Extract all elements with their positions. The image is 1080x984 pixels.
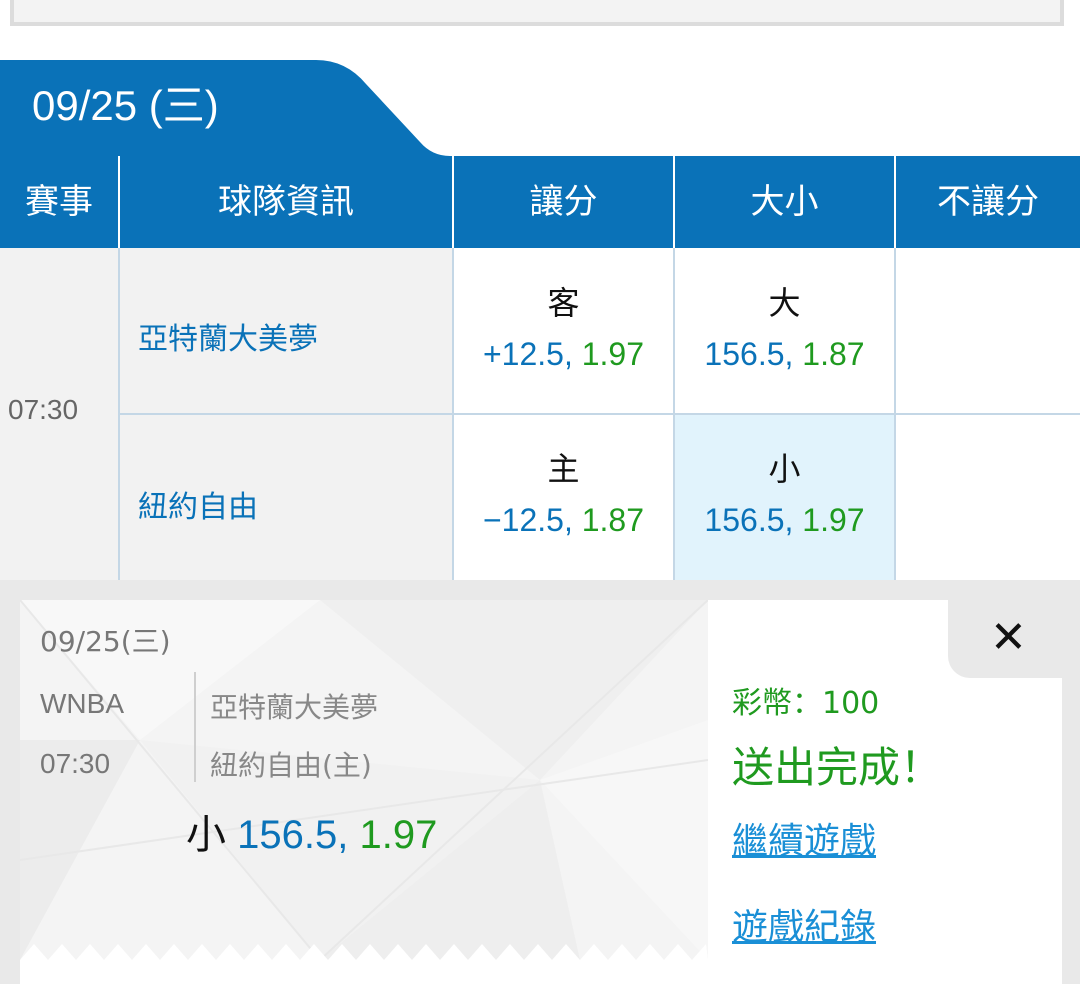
slip-time: 07:30: [40, 748, 111, 779]
slip-team-away: 亞特蘭大美夢: [210, 691, 379, 724]
game-history-link[interactable]: 遊戲紀錄: [732, 898, 876, 950]
total-price-over: 1.87: [802, 336, 865, 372]
slip-odds: 1.97: [359, 813, 438, 857]
column-divider: [894, 248, 896, 580]
spread-values-away: +12.5, 1.97: [453, 336, 674, 373]
submit-success-message: 送出完成！: [732, 743, 943, 792]
top-panel-edge: [10, 0, 1064, 26]
bet-slip-overlay: 09/25(三) WNBA 07:30 亞特蘭大美夢 紐約自由(主) 小 156…: [0, 580, 1080, 984]
bet-ticket: 09/25(三) WNBA 07:30 亞特蘭大美夢 紐約自由(主) 小 156…: [20, 600, 708, 960]
slip-coins: 彩幣：100: [732, 686, 880, 721]
slip-selection: 小 156.5, 1.97: [186, 802, 437, 860]
header-total: 大小: [750, 182, 819, 222]
close-icon[interactable]: ✕: [990, 610, 1027, 666]
total-odds-under[interactable]: 小 156.5, 1.97: [674, 414, 895, 580]
match-time-cell: 07:30: [0, 248, 120, 580]
close-button[interactable]: ✕: [948, 600, 1080, 678]
team-name-home: 紐約自由: [138, 490, 258, 525]
odds-table-header: 賽事 球隊資訊 讓分 大小 不讓分: [0, 156, 1080, 248]
moneyline-away[interactable]: [895, 248, 1080, 414]
date-label: 09/25 (三): [32, 82, 219, 129]
spread-label-home: 主: [547, 450, 580, 488]
total-values-under: 156.5, 1.97: [674, 502, 895, 539]
spread-line-home: −12.5,: [482, 502, 573, 538]
header-moneyline: 不讓分: [937, 182, 1039, 222]
spread-line-away: +12.5,: [482, 336, 573, 372]
slip-pick: 小: [186, 813, 226, 857]
total-odds-over[interactable]: 大 156.5, 1.87: [674, 248, 895, 414]
continue-game-link[interactable]: 繼續遊戲: [732, 812, 876, 864]
header-team-info: 球隊資訊: [218, 182, 354, 222]
total-price-under: 1.97: [802, 502, 865, 538]
slip-divider: [194, 672, 196, 782]
total-label-over: 大: [768, 284, 801, 322]
spread-odds-away[interactable]: 客 +12.5, 1.97: [453, 248, 674, 414]
spread-price-home: 1.87: [581, 502, 645, 538]
total-line-over: 156.5,: [704, 336, 794, 372]
odds-table-body: 07:30 亞特蘭大美夢 客 +12.5, 1.97 大 156.5, 1.87…: [0, 248, 1080, 580]
moneyline-home[interactable]: [895, 414, 1080, 580]
spread-odds-home[interactable]: 主 −12.5, 1.87: [453, 414, 674, 580]
row-divider: [118, 413, 1080, 415]
slip-date: 09/25(三): [40, 625, 171, 658]
spread-price-away: 1.97: [581, 336, 645, 372]
column-divider: [673, 248, 675, 580]
header-match: 賽事: [25, 182, 93, 222]
total-line-under: 156.5,: [704, 502, 794, 538]
team-cell-away: 亞特蘭大美夢: [120, 248, 452, 414]
header-spread: 讓分: [529, 182, 598, 222]
match-time: 07:30: [8, 394, 79, 425]
team-name-away: 亞特蘭大美夢: [138, 322, 318, 357]
total-label-under: 小: [768, 450, 801, 488]
slip-line: 156.5,: [237, 813, 349, 857]
overlay-bottom-strip: [20, 960, 1062, 984]
slip-league: WNBA: [40, 688, 124, 719]
slip-team-home: 紐約自由(主): [210, 749, 372, 782]
column-divider: [452, 248, 454, 580]
team-cell-home: 紐約自由: [120, 414, 452, 580]
total-values-over: 156.5, 1.87: [674, 336, 895, 373]
spread-values-home: −12.5, 1.87: [453, 502, 674, 539]
spread-label-away: 客: [547, 284, 580, 322]
